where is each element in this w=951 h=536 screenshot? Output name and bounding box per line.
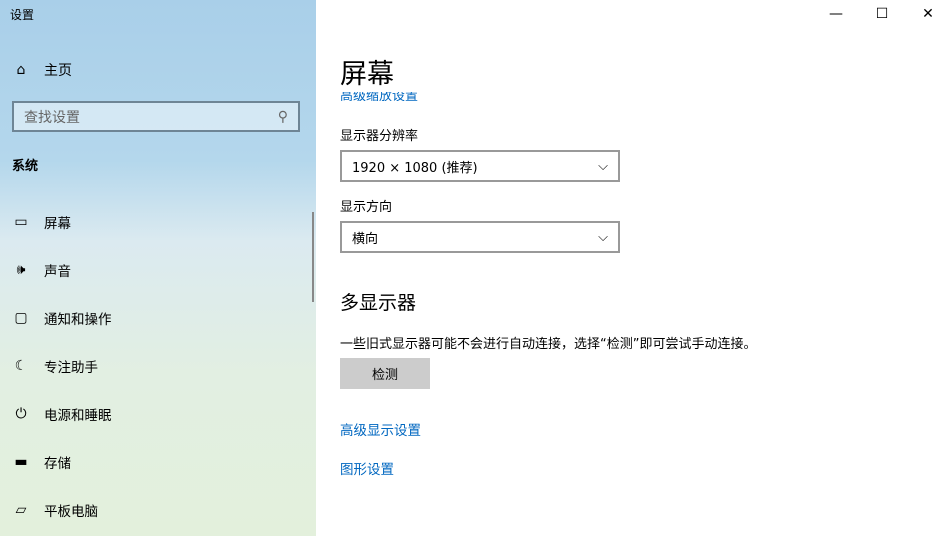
search-input[interactable]: 查找设置 ⚲ bbox=[12, 101, 300, 132]
nav-label: 存储 bbox=[44, 456, 71, 472]
sidebar-scrollbar[interactable] bbox=[312, 212, 314, 302]
monitor-icon: ▭ bbox=[14, 214, 28, 230]
detect-button[interactable]: 检测 bbox=[340, 358, 430, 389]
nav-label: 屏幕 bbox=[44, 216, 71, 232]
orientation-select[interactable]: 横向 ⌵ bbox=[340, 221, 620, 253]
storage-icon: ▬ bbox=[14, 454, 28, 470]
notification-icon: ▢ bbox=[14, 310, 28, 326]
minimize-button[interactable]: — bbox=[813, 0, 859, 28]
sidebar-item-sound[interactable]: 🕪 声音 bbox=[12, 260, 71, 280]
sidebar-home[interactable]: ⌂ 主页 bbox=[12, 60, 72, 80]
search-icon: ⚲ bbox=[277, 108, 288, 125]
chevron-down-icon: ⌵ bbox=[598, 158, 608, 174]
orientation-label: 显示方向 bbox=[340, 200, 393, 215]
main-content: — ☐ ✕ 屏幕 高级缩放设置 显示器分辨率 1920 × 1080 (推荐) ⌵… bbox=[316, 0, 951, 536]
tablet-icon: ▱ bbox=[15, 502, 27, 518]
maximize-button[interactable]: ☐ bbox=[859, 0, 905, 28]
resolution-label: 显示器分辨率 bbox=[340, 129, 419, 144]
advanced-display-link[interactable]: 高级显示设置 bbox=[340, 419, 421, 439]
search-placeholder: 查找设置 bbox=[24, 109, 80, 126]
orientation-value: 横向 bbox=[352, 231, 379, 247]
nav-label: 平板电脑 bbox=[44, 504, 98, 520]
home-icon: ⌂ bbox=[16, 62, 26, 78]
multi-display-description: 一些旧式显示器可能不会进行自动连接，选择“检测”即可尝试手动连接。 bbox=[340, 337, 757, 352]
advanced-scaling-link[interactable]: 高级缩放设置 bbox=[340, 92, 418, 101]
graphics-settings-link[interactable]: 图形设置 bbox=[340, 458, 394, 478]
sidebar-item-focus[interactable]: ☾ 专注助手 bbox=[12, 356, 98, 376]
resolution-select[interactable]: 1920 × 1080 (推荐) ⌵ bbox=[340, 150, 620, 182]
home-label: 主页 bbox=[44, 63, 72, 79]
resolution-value: 1920 × 1080 (推荐) bbox=[352, 160, 478, 176]
close-button[interactable]: ✕ bbox=[905, 0, 951, 28]
section-heading: 系统 bbox=[12, 159, 39, 174]
multi-display-heading: 多显示器 bbox=[340, 292, 417, 314]
sidebar-item-screen[interactable]: ▭ 屏幕 bbox=[12, 212, 71, 232]
nav-label: 通知和操作 bbox=[44, 312, 112, 328]
speaker-icon: 🕪 bbox=[16, 262, 26, 278]
power-icon: ⏻ bbox=[15, 406, 27, 422]
sidebar-item-notifications[interactable]: ▢ 通知和操作 bbox=[12, 308, 112, 328]
sidebar-item-power[interactable]: ⏻ 电源和睡眠 bbox=[12, 404, 112, 424]
sidebar: 设置 ⌂ 主页 查找设置 ⚲ 系统 ▭ 屏幕 🕪 声音 ▢ 通知和操作 ☾ 专注助手 ⏻ 电源… bbox=[0, 0, 316, 536]
app-title: 设置 bbox=[10, 8, 35, 22]
chevron-down-icon: ⌵ bbox=[598, 229, 608, 245]
sidebar-item-storage[interactable]: ▬ 存储 bbox=[12, 452, 71, 472]
page-title: 屏幕 bbox=[340, 59, 394, 90]
sidebar-item-tablet[interactable]: ▱ 平板电脑 bbox=[12, 500, 98, 520]
nav-label: 声音 bbox=[44, 264, 71, 280]
nav-label: 专注助手 bbox=[44, 360, 98, 376]
nav-label: 电源和睡眠 bbox=[44, 408, 112, 424]
moon-icon: ☾ bbox=[14, 358, 28, 374]
